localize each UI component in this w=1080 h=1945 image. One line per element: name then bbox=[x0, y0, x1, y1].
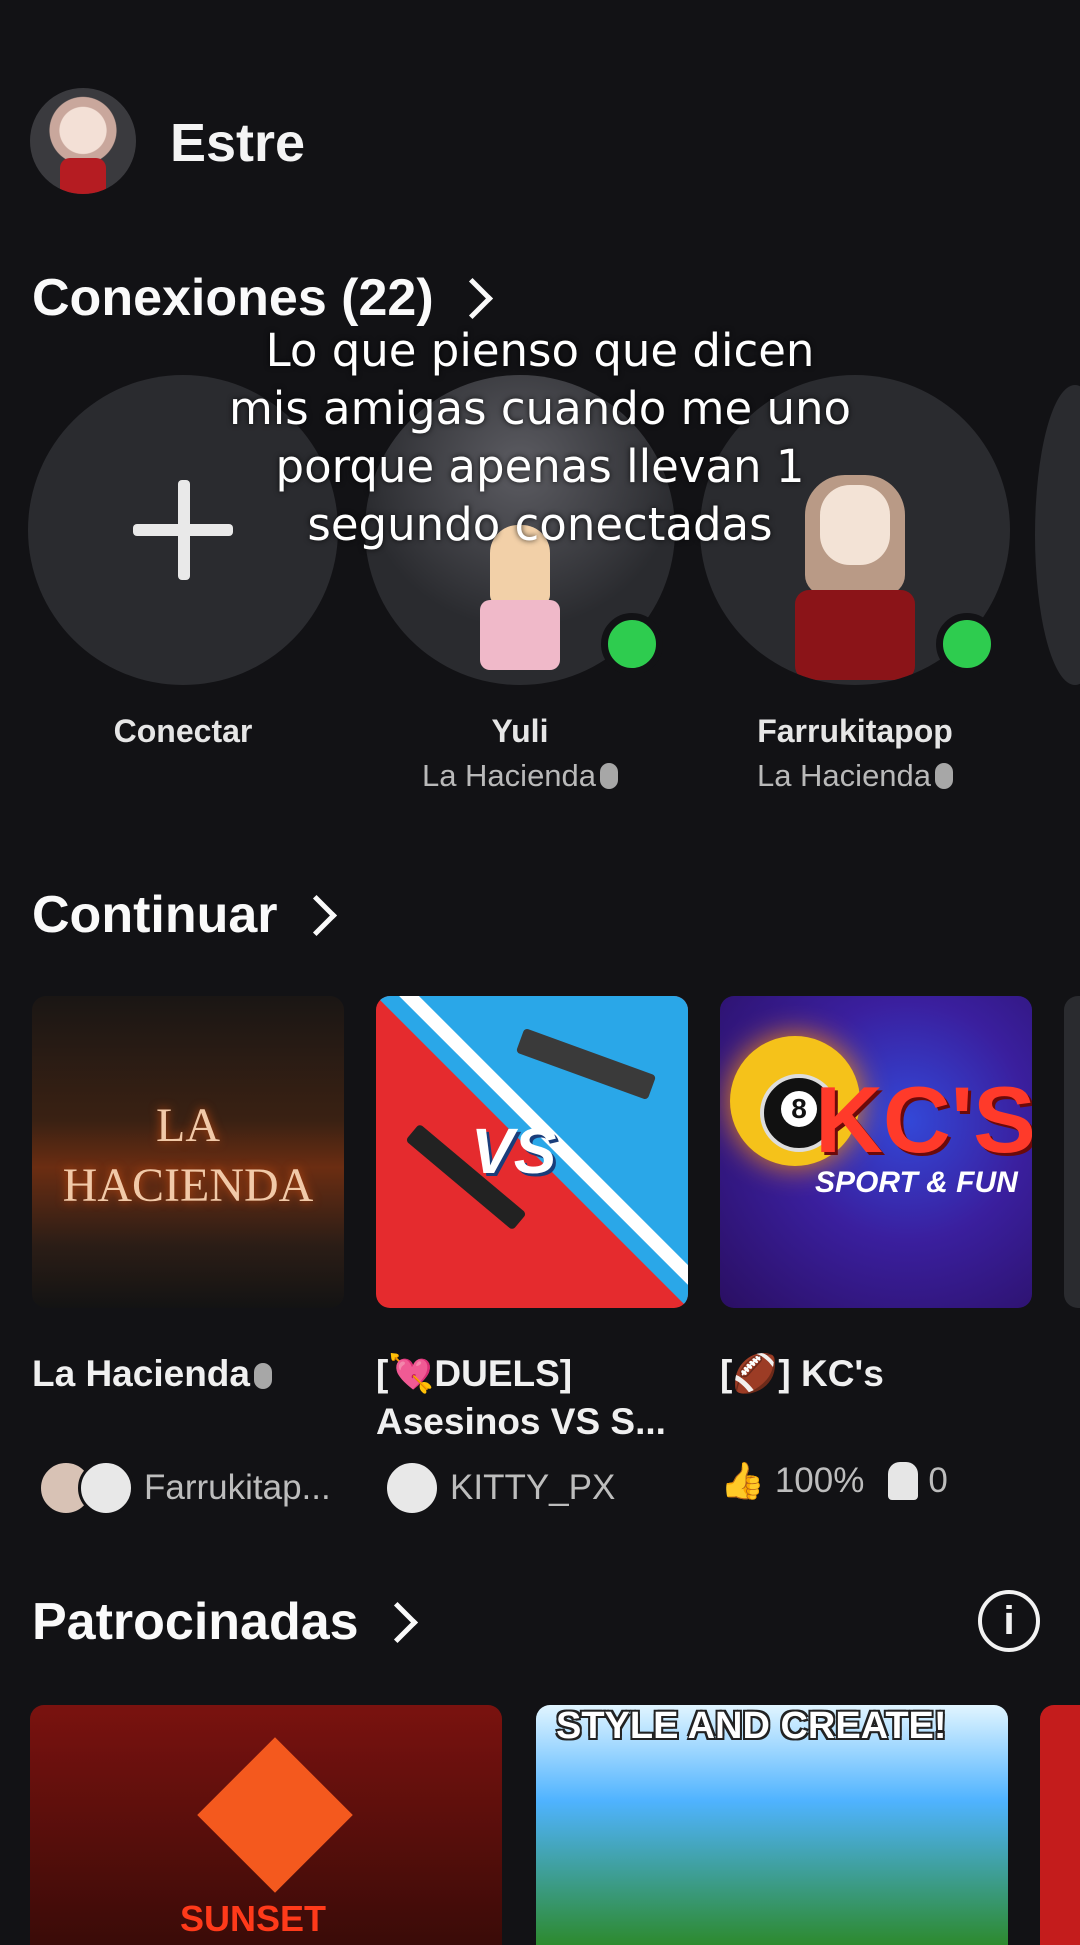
connection-name: Yuli bbox=[491, 713, 549, 749]
connections-title: Conexiones (22) bbox=[32, 269, 434, 327]
game-card-partial[interactable] bbox=[1064, 996, 1080, 1308]
game-title: [💘DUELS] Asesinos VS S... bbox=[376, 1353, 666, 1442]
microphone-icon bbox=[935, 763, 954, 789]
game-thumbnail: 8 KC'S SPORT & FUN bbox=[720, 996, 1032, 1308]
profile-username[interactable]: Estre bbox=[170, 112, 305, 174]
game-title: La Hacienda bbox=[32, 1350, 348, 1398]
sponsored-ad[interactable]: SUNSET bbox=[30, 1705, 502, 1945]
connection-item-partial[interactable] bbox=[1035, 385, 1080, 685]
connection-status: La Hacienda bbox=[365, 758, 675, 794]
info-icon[interactable]: i bbox=[978, 1590, 1040, 1652]
friend-avatars bbox=[38, 1460, 134, 1516]
game-meta-stats: 👍 100% 0 bbox=[720, 1460, 948, 1501]
online-status-icon bbox=[601, 613, 663, 675]
sponsored-header[interactable]: Patrocinadas bbox=[32, 1592, 418, 1652]
profile-avatar[interactable] bbox=[30, 88, 136, 194]
game-card-kcs[interactable]: 8 KC'S SPORT & FUN [🏈] KC's bbox=[720, 996, 1036, 1398]
connection-name: Farrukitapop bbox=[757, 713, 953, 749]
connect-label: Conectar bbox=[113, 713, 253, 749]
microphone-icon bbox=[253, 1363, 272, 1389]
chevron-right-icon bbox=[295, 894, 337, 936]
game-card-duels[interactable]: VS [💘DUELS] Asesinos VS S... bbox=[376, 996, 692, 1446]
continue-header[interactable]: Continuar bbox=[32, 885, 337, 945]
overlay-caption: Lo que pienso que dicen mis amigas cuand… bbox=[228, 324, 852, 551]
game-meta-friends: KITTY_PX bbox=[384, 1460, 615, 1516]
game-card-la-hacienda[interactable]: LA HACIENDA La Hacienda bbox=[32, 996, 348, 1398]
microphone-icon bbox=[600, 763, 619, 789]
chevron-right-icon bbox=[451, 277, 493, 319]
sponsored-ad-partial[interactable] bbox=[1040, 1705, 1080, 1945]
game-meta-friends: Farrukitap... bbox=[38, 1460, 331, 1516]
game-title: [🏈] KC's bbox=[720, 1353, 884, 1394]
continue-title: Continuar bbox=[32, 886, 278, 944]
chevron-right-icon bbox=[376, 1601, 418, 1643]
sponsored-ad[interactable]: STYLE AND CREATE! bbox=[536, 1705, 1008, 1945]
heart-icon bbox=[197, 1737, 353, 1893]
game-thumbnail: LA HACIENDA bbox=[32, 996, 344, 1308]
online-status-icon bbox=[936, 613, 998, 675]
avatar bbox=[384, 1460, 440, 1516]
connections-header[interactable]: Conexiones (22) bbox=[32, 268, 493, 328]
connection-status: La Hacienda bbox=[700, 758, 1010, 794]
thumbs-up-icon: 👍 bbox=[720, 1460, 765, 1501]
avatar bbox=[78, 1460, 134, 1516]
sponsored-title: Patrocinadas bbox=[32, 1593, 359, 1651]
game-thumbnail: VS bbox=[376, 996, 688, 1308]
players-icon bbox=[888, 1462, 919, 1500]
